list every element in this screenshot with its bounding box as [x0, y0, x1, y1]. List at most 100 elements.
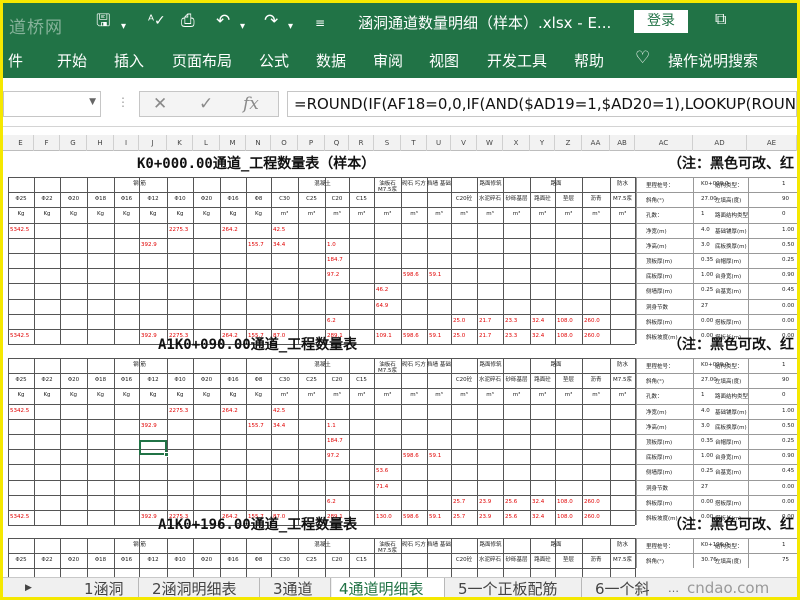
- table-cell[interactable]: 155.7: [248, 242, 271, 249]
- table-cell[interactable]: 108.0: [557, 318, 582, 325]
- side-cell[interactable]: 侧墙厚(m): [646, 287, 672, 295]
- table-cell[interactable]: 59.1: [429, 514, 451, 521]
- table-cell[interactable]: 108.0: [557, 514, 582, 521]
- column-header[interactable]: K: [167, 135, 193, 151]
- side-cell[interactable]: 0.00: [782, 318, 794, 324]
- table-cell[interactable]: 260.0: [584, 499, 610, 506]
- side-cell[interactable]: 路面结构类型: [715, 211, 748, 219]
- table-cell[interactable]: 64.9: [376, 303, 401, 310]
- selected-cell[interactable]: [139, 440, 169, 457]
- table-cell[interactable]: 71.4: [376, 484, 401, 491]
- column-header[interactable]: AB: [610, 135, 635, 151]
- column-header[interactable]: F: [34, 135, 60, 151]
- table-cell[interactable]: 5342.5: [10, 333, 34, 340]
- table-cell[interactable]: 392.9: [141, 242, 167, 249]
- column-header[interactable]: X: [503, 135, 530, 151]
- table-cell[interactable]: 42.5: [273, 408, 298, 415]
- side-cell[interactable]: 结构类型：: [715, 542, 743, 550]
- redo-menu-icon[interactable]: ▾: [288, 17, 293, 37]
- customize-qat-icon[interactable]: ≡: [315, 13, 325, 33]
- table-cell[interactable]: 53.6: [376, 468, 401, 475]
- table-cell[interactable]: 5342.5: [10, 408, 34, 415]
- side-cell[interactable]: 净高(m): [646, 242, 667, 250]
- sheet-tab-5[interactable]: 5一个正板配筋: [446, 578, 582, 597]
- side-cell[interactable]: 顶板厚(m): [646, 257, 672, 265]
- ribbon-tab-developer[interactable]: 开发工具: [487, 50, 547, 71]
- table-cell[interactable]: 23.3: [505, 318, 530, 325]
- ribbon-tab-formulas[interactable]: 公式: [259, 50, 289, 71]
- column-header[interactable]: N: [246, 135, 271, 151]
- side-cell[interactable]: 1.00: [701, 453, 713, 459]
- insert-function-icon[interactable]: fx: [243, 94, 259, 114]
- side-cell[interactable]: 洞身节数: [646, 484, 668, 492]
- worksheet-grid[interactable]: EFGHIJKLMNOPQRSTUVWXYZAAABACADAEAF K0+00…: [3, 127, 797, 577]
- side-cell[interactable]: 台基宽(m): [715, 287, 741, 295]
- side-cell[interactable]: 左填高(度): [715, 196, 741, 204]
- table-cell[interactable]: 23.9: [479, 514, 503, 521]
- column-header[interactable]: Q: [325, 135, 349, 151]
- side-cell[interactable]: 斜板厚(m): [646, 499, 672, 507]
- side-cell[interactable]: 90: [782, 377, 789, 383]
- table-cell[interactable]: 42.5: [273, 227, 298, 234]
- side-cell[interactable]: 净高(m): [646, 423, 667, 431]
- side-cell[interactable]: 0.25: [701, 287, 713, 293]
- column-header[interactable]: H: [87, 135, 114, 151]
- table-cell[interactable]: 2275.3: [169, 408, 193, 415]
- column-header[interactable]: U: [427, 135, 451, 151]
- side-cell[interactable]: 27: [701, 303, 708, 309]
- undo-menu-icon[interactable]: ▾: [240, 17, 245, 37]
- side-cell[interactable]: 里程桩号：: [646, 542, 674, 550]
- side-cell[interactable]: 0.45: [782, 287, 794, 293]
- sheet-tab-3[interactable]: 3通道: [261, 578, 331, 597]
- table-cell[interactable]: 598.6: [403, 272, 427, 279]
- side-cell[interactable]: 1.00: [782, 227, 794, 233]
- side-cell[interactable]: 里程桩号：: [646, 181, 674, 189]
- side-cell[interactable]: 90: [782, 196, 789, 202]
- side-cell[interactable]: 0.25: [782, 438, 794, 444]
- table-cell[interactable]: 46.2: [376, 287, 401, 294]
- ribbon-tab-home[interactable]: 开始: [57, 50, 87, 71]
- table-cell[interactable]: 109.1: [376, 333, 401, 340]
- table-cell[interactable]: 32.4: [532, 499, 555, 506]
- table-cell[interactable]: 1.1: [327, 423, 349, 430]
- table-cell[interactable]: 25.7: [453, 514, 477, 521]
- table-cell[interactable]: 21.7: [479, 333, 503, 340]
- table-cell[interactable]: 34.4: [273, 423, 298, 430]
- column-header[interactable]: I: [114, 135, 139, 151]
- side-cell[interactable]: 底板厚(m): [646, 272, 672, 280]
- column-header[interactable]: AC: [635, 135, 693, 151]
- table-cell[interactable]: 598.6: [403, 514, 427, 521]
- table-cell[interactable]: 59.1: [429, 453, 451, 460]
- table-cell[interactable]: 97.2: [327, 272, 349, 279]
- table-cell[interactable]: 598.6: [403, 453, 427, 460]
- side-cell[interactable]: 0.25: [701, 468, 713, 474]
- formula-bar-resize-handle[interactable]: ⋮: [117, 95, 129, 109]
- column-header[interactable]: P: [298, 135, 325, 151]
- side-cell[interactable]: 0: [782, 211, 786, 217]
- side-cell[interactable]: 侧墙厚(m): [646, 468, 672, 476]
- tab-scroll-right-icon[interactable]: ▶: [25, 583, 32, 593]
- side-cell[interactable]: 0.00: [701, 499, 713, 505]
- chevron-down-icon[interactable]: ▾: [121, 17, 126, 37]
- side-cell[interactable]: 3.0: [701, 242, 710, 248]
- print-preview-icon[interactable]: ⎙: [181, 11, 195, 31]
- side-cell[interactable]: 里程桩号：: [646, 362, 674, 370]
- side-cell[interactable]: 台身宽(m): [715, 453, 741, 461]
- side-cell[interactable]: 斜角(°): [646, 377, 664, 385]
- table-cell[interactable]: 32.4: [532, 318, 555, 325]
- sheet-tab-2[interactable]: 2涵洞明细表: [140, 578, 260, 597]
- sheet-tab-6[interactable]: 6一个斜: [583, 578, 667, 597]
- side-cell[interactable]: 1.00: [701, 272, 713, 278]
- ribbon-tab-file[interactable]: 件: [8, 50, 23, 71]
- side-cell[interactable]: 0.00: [701, 318, 713, 324]
- side-cell[interactable]: 4.0: [701, 227, 710, 233]
- tell-me-search[interactable]: 操作说明搜索: [668, 50, 758, 71]
- side-cell[interactable]: 0.50: [782, 423, 794, 429]
- fill-handle[interactable]: [164, 452, 169, 457]
- login-button[interactable]: 登录: [634, 10, 688, 33]
- more-tabs-icon[interactable]: …: [668, 582, 679, 595]
- table-cell[interactable]: 130.0: [376, 514, 401, 521]
- column-header[interactable]: Y: [530, 135, 555, 151]
- side-cell[interactable]: 净宽(m): [646, 227, 667, 235]
- table-cell[interactable]: 21.7: [479, 318, 503, 325]
